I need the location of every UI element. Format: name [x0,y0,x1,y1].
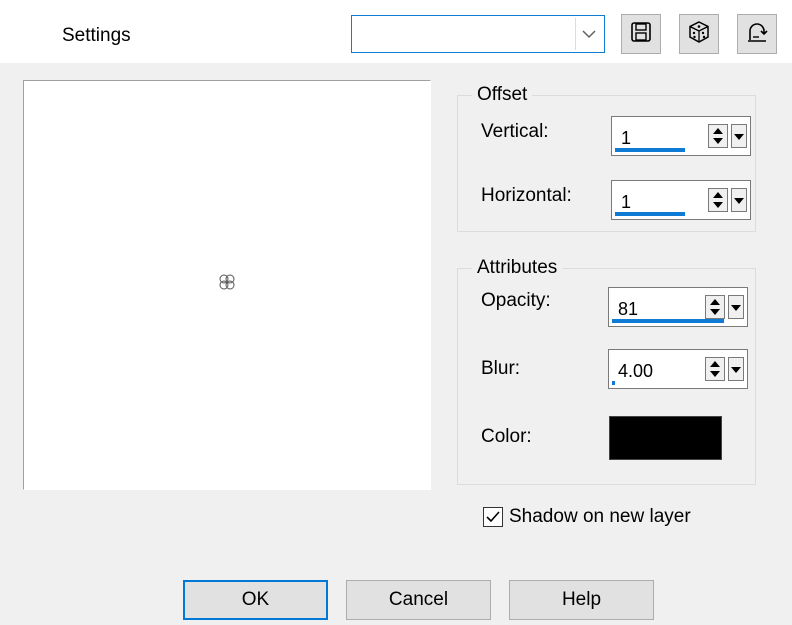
save-icon [630,21,652,48]
vertical-value: 1 [621,128,632,148]
blur-spinbox[interactable]: 4.00 [608,349,748,389]
vertical-label: Vertical: [481,121,549,142]
horizontal-dropdown[interactable] [731,188,747,212]
ok-button[interactable]: OK [183,580,328,620]
opacity-slider-fill [612,319,724,323]
chevron-down-icon[interactable] [575,18,602,50]
crosshair-icon [217,272,237,297]
color-label: Color: [481,426,532,447]
color-swatch[interactable] [609,416,722,460]
checkmark-icon [486,511,500,523]
settings-label: Settings [62,25,131,46]
save-preset-button[interactable] [621,14,661,54]
reset-button[interactable] [737,14,777,54]
randomize-button[interactable] [679,14,719,54]
shadow-on-new-layer-option[interactable]: Shadow on new layer [483,506,691,528]
preset-combo[interactable] [351,15,605,53]
dice-icon [687,20,711,49]
blur-label: Blur: [481,358,521,379]
help-button[interactable]: Help [509,580,654,620]
vertical-stepper[interactable] [708,124,728,148]
vertical-slider-fill [615,148,685,152]
attributes-title: Attributes [472,257,563,279]
offset-title: Offset [472,84,533,106]
blur-dropdown[interactable] [728,357,744,381]
drop-shadow-dialog: Settings Offset Vertical: 1 Horizontal: … [0,0,792,625]
horizontal-value: 1 [621,192,632,212]
blur-value: 4.00 [618,361,654,381]
horizontal-slider-fill [615,212,685,216]
blur-stepper[interactable] [705,357,725,381]
settings-bar: Settings [0,0,792,63]
opacity-spinbox[interactable]: 81 [608,287,748,327]
horizontal-stepper[interactable] [708,188,728,212]
opacity-dropdown[interactable] [728,295,744,319]
opacity-stepper[interactable] [705,295,725,319]
shadow-on-new-layer-label: Shadow on new layer [509,506,691,527]
opacity-value: 81 [618,299,639,319]
vertical-spinbox[interactable]: 1 [611,116,751,156]
horizontal-label: Horizontal: [481,185,572,206]
horizontal-spinbox[interactable]: 1 [611,180,751,220]
opacity-label: Opacity: [481,290,551,311]
preview-area[interactable] [23,80,431,490]
reset-icon [745,20,769,49]
shadow-on-new-layer-checkbox[interactable] [483,507,503,527]
vertical-dropdown[interactable] [731,124,747,148]
cancel-button[interactable]: Cancel [346,580,491,620]
blur-slider-fill [612,381,615,385]
